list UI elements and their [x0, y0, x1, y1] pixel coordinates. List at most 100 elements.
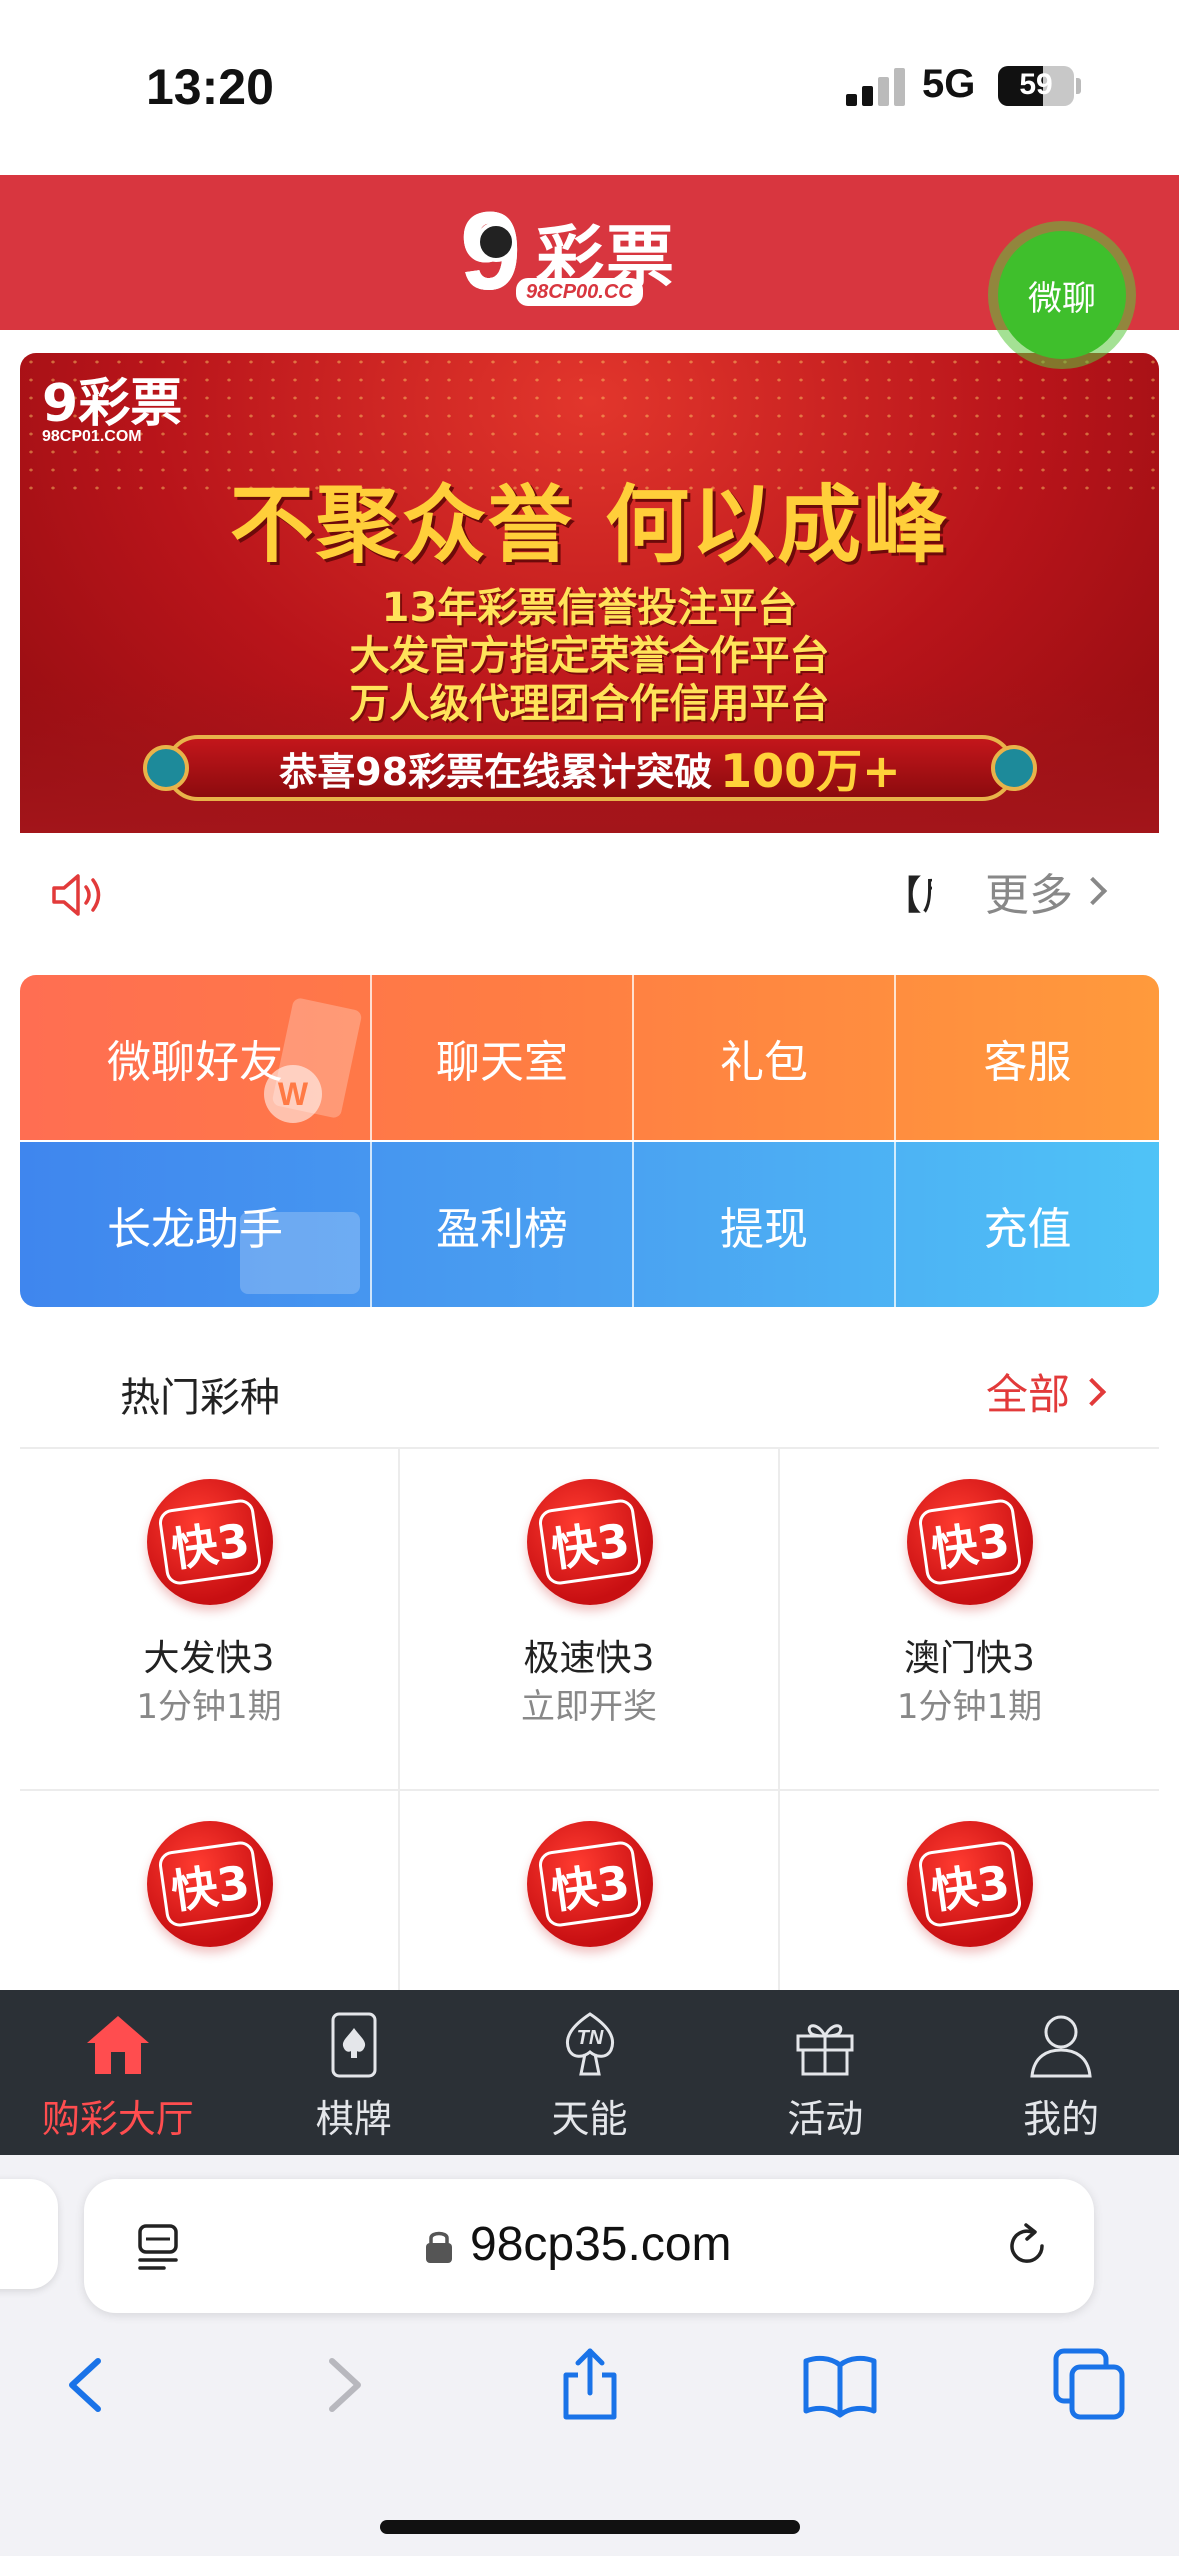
more-button[interactable]: 更多 — [985, 859, 1108, 923]
app-header: 9 彩票 98CP00.CC 微聊 — [0, 175, 1179, 359]
forward-icon[interactable] — [302, 2345, 382, 2425]
k3-dice-icon: 快3 — [527, 1479, 653, 1605]
lottery-item[interactable]: 快3 澳门快3 1分钟1期 — [780, 1449, 1159, 1791]
icon-label: 快3 — [537, 1497, 643, 1587]
lottery-frequency: 1分钟1期 — [896, 1687, 1043, 1727]
url-text: 98cp35.com — [470, 2218, 732, 2271]
quick-menu-label: 聊天室 — [436, 1036, 568, 1088]
promo-banner[interactable]: 9彩票 98CP01.COM 不聚众誉 何以成峰 13年彩票信誉投注平台 大发官… — [20, 353, 1159, 833]
quick-menu-label: 充值 — [983, 1203, 1072, 1255]
browser-toolbar: 98cp35.com — [0, 2155, 1179, 2556]
address-bar[interactable]: 98cp35.com — [84, 2179, 1094, 2313]
k3-dice-icon: 快3 — [147, 1821, 273, 1947]
page-menu-icon[interactable] — [134, 2222, 182, 2270]
lottery-item[interactable]: 快3 极速快3 立即开奖 — [400, 1449, 780, 1791]
quick-menu-label: 长龙助手 — [107, 1203, 283, 1255]
lottery-item[interactable]: 快3 — [780, 1791, 1159, 1991]
view-all-link[interactable]: 全部 — [986, 1361, 1107, 1422]
user-icon — [1030, 2015, 1092, 2078]
chat-room-button[interactable]: 聊天室 — [372, 975, 634, 1140]
banner-ribbon: 恭喜98彩票在线累计突破 100万+ — [143, 735, 1037, 801]
bookmarks-icon[interactable] — [800, 2345, 880, 2425]
share-icon[interactable] — [550, 2345, 630, 2425]
tab-label: 购彩大厅 — [41, 2097, 194, 2141]
quick-menu-label: 盈利榜 — [436, 1203, 568, 1255]
lottery-item[interactable]: 快3 大发快3 1分钟1期 — [20, 1449, 400, 1791]
icon-label: 快3 — [537, 1839, 643, 1929]
chat-button[interactable]: 微聊 — [998, 231, 1126, 359]
ribbon-knot-left — [143, 745, 189, 791]
notice-marquee[interactable]: 【后 — [882, 863, 932, 921]
tn-logo-icon: TN — [565, 2012, 614, 2076]
lottery-name: 澳门快3 — [904, 1638, 1035, 1679]
icon-label: 快3 — [917, 1497, 1023, 1587]
status-time: 13:20 — [146, 59, 274, 115]
tab-lottery-hall[interactable]: 购彩大厅 — [0, 1990, 236, 2155]
svg-text:TN: TN — [576, 2027, 603, 2049]
lottery-name: 极速快3 — [523, 1638, 655, 1679]
hot-lottery-section: 热门彩种 全部 快3 大发快3 1分钟1期 快3 极速快3 立即开奖 快3 澳门… — [20, 1331, 1159, 1991]
k3-dice-icon: 快3 — [527, 1821, 653, 1947]
speaker-icon — [52, 874, 101, 916]
lock-icon — [426, 2231, 452, 2263]
lottery-frequency: 1分钟1期 — [136, 1687, 282, 1727]
reload-icon[interactable] — [1002, 2221, 1052, 2271]
tab-label: 天能 — [551, 2097, 628, 2141]
lottery-item[interactable]: 快3 — [20, 1791, 400, 1991]
lottery-name: 大发快3 — [143, 1638, 275, 1679]
profit-ranking-button[interactable]: 盈利榜 — [372, 1142, 634, 1307]
banner-card: 9彩票 98CP01.COM 不聚众誉 何以成峰 13年彩票信誉投注平台 大发官… — [20, 353, 1159, 951]
banner-headline: 不聚众誉 何以成峰 — [229, 476, 950, 574]
k3-dice-icon: 快3 — [147, 1479, 273, 1605]
poker-card-icon — [331, 2012, 377, 2078]
status-bar: 13:20 5G 59 — [0, 0, 1179, 175]
tab-tianneng[interactable]: TN 天能 — [472, 1990, 708, 2155]
lottery-item[interactable]: 快3 — [400, 1791, 780, 1991]
home-indicator — [380, 2520, 800, 2534]
ribbon-text: 恭喜98彩票在线累计突破 — [279, 749, 713, 794]
icon-label: 快3 — [157, 1497, 263, 1587]
lottery-frequency: 立即开奖 — [521, 1687, 657, 1727]
banner-line: 万人级代理团合作信用平台 — [349, 681, 830, 727]
banner-logo-mark: 9 — [42, 374, 79, 434]
banner-logo: 9彩票 98CP01.COM — [42, 361, 182, 446]
gift-pack-button[interactable]: 礼包 — [634, 975, 896, 1140]
ribbon-knot-right — [991, 745, 1037, 791]
billiard-ball-icon — [476, 222, 516, 262]
k3-dice-icon: 快3 — [907, 1821, 1033, 1947]
bottom-tab-bar: 购彩大厅 棋牌 TN 天能 活动 我的 — [0, 1990, 1179, 2155]
banner-logo-text: 彩票 — [78, 374, 183, 434]
chevron-right-icon — [1078, 876, 1108, 906]
home-icon — [87, 2016, 149, 2074]
previous-tab-peek[interactable] — [0, 2179, 58, 2289]
tab-label: 活动 — [787, 2097, 864, 2141]
withdraw-button[interactable]: 提现 — [634, 1142, 896, 1307]
tabs-icon[interactable] — [1050, 2345, 1130, 2425]
k3-dice-icon: 快3 — [907, 1479, 1033, 1605]
signal-icon — [846, 66, 906, 106]
network-type: 5G — [922, 62, 976, 106]
notice-row: 【后 更多 — [20, 833, 1159, 951]
battery-tip — [1076, 78, 1081, 94]
lottery-grid: 快3 大发快3 1分钟1期 快3 极速快3 立即开奖 快3 澳门快3 1分钟1期… — [20, 1447, 1159, 1991]
more-label: 更多 — [985, 870, 1073, 921]
customer-service-button[interactable]: 客服 — [896, 975, 1159, 1140]
deposit-button[interactable]: 充值 — [896, 1142, 1159, 1307]
section-title: 热门彩种 — [120, 1375, 280, 1421]
back-icon[interactable] — [48, 2345, 128, 2425]
tab-activities[interactable]: 活动 — [707, 1990, 943, 2155]
battery-level: 59 — [1019, 68, 1053, 101]
tab-mine[interactable]: 我的 — [943, 1990, 1179, 2155]
logo-url: 98CP00.CC — [516, 278, 643, 306]
wechat-friends-button[interactable]: W 微聊好友 — [20, 975, 372, 1140]
streak-assistant-button[interactable]: 长龙助手 — [20, 1142, 372, 1307]
quick-menu-label: 礼包 — [720, 1036, 808, 1088]
icon-label: 快3 — [157, 1839, 263, 1929]
chevron-right-icon — [1077, 1377, 1107, 1406]
tab-chess-cards[interactable]: 棋牌 — [236, 1990, 472, 2155]
gift-icon — [796, 2024, 854, 2076]
quick-menu-label: 客服 — [983, 1036, 1072, 1088]
app-logo[interactable]: 9 彩票 98CP00.CC — [460, 197, 700, 310]
battery-icon: 59 — [998, 66, 1074, 106]
quick-menu: W 微聊好友 聊天室 礼包 客服 长龙助手 盈利榜 提现 充值 — [20, 975, 1159, 1307]
